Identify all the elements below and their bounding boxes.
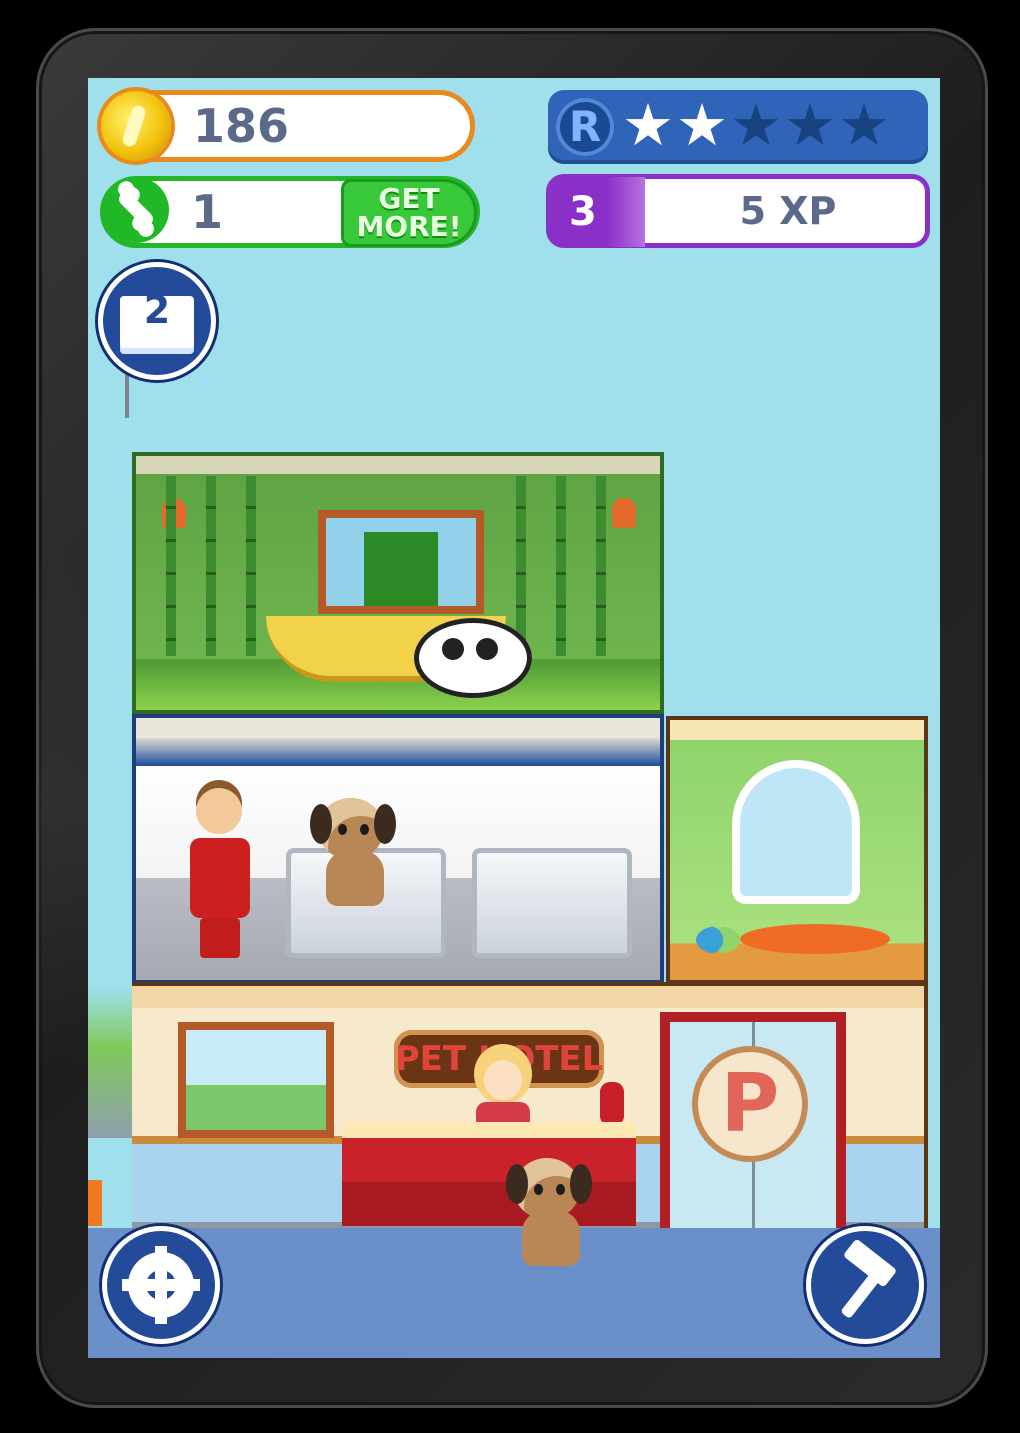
door-logo: P <box>698 1052 802 1156</box>
lobby-window <box>186 1030 326 1130</box>
gear-icon <box>122 1246 200 1324</box>
book-count: 2 <box>143 288 171 332</box>
xp-bar: 3 5 XP <box>546 174 930 248</box>
bone-value: 1 <box>191 185 224 239</box>
room-window <box>326 518 476 606</box>
settings-button[interactable] <box>102 1226 220 1344</box>
bedroom[interactable] <box>666 716 928 984</box>
wall-lamp <box>612 498 636 528</box>
coin-counter: 186 <box>100 90 475 162</box>
level-badge: 3 <box>549 177 645 247</box>
dog-pet-walking[interactable] <box>500 1158 596 1268</box>
dog-pet[interactable] <box>304 798 400 908</box>
bamboo-stalk <box>516 476 526 656</box>
bamboo-stalk <box>596 476 606 656</box>
flower-vase <box>600 1082 624 1126</box>
game-screen: PET HOTEL P 186 R ★★★★★ 1 GET MORE! 3 5 … <box>88 78 940 1358</box>
pet-bed <box>740 924 890 954</box>
coin-icon <box>101 91 171 161</box>
bone-icon <box>103 177 169 243</box>
rating-badge: R <box>556 98 614 156</box>
star-icon: ★ <box>622 91 676 159</box>
bamboo-stalk <box>556 476 566 656</box>
bamboo-stalk <box>246 476 256 656</box>
star-icon: ★ <box>676 91 730 159</box>
star-icon: ★ <box>784 91 838 159</box>
grooming-room[interactable] <box>132 714 664 984</box>
xp-value: 5 XP <box>739 189 837 233</box>
star-icon: ★ <box>730 91 784 159</box>
groomer-character[interactable] <box>188 788 252 958</box>
bamboo-room[interactable] <box>132 452 664 714</box>
hotel-rating[interactable]: R ★★★★★ <box>548 90 928 164</box>
bamboo-stalk <box>166 476 176 656</box>
get-more-button[interactable]: GET MORE! <box>341 179 477 247</box>
bamboo-stalk <box>206 476 216 656</box>
traffic-cone <box>88 1180 102 1226</box>
bone-counter: 1 GET MORE! <box>100 176 480 248</box>
build-button[interactable] <box>806 1226 924 1344</box>
yarn-balls <box>696 926 740 954</box>
star-icon: ★ <box>838 91 892 159</box>
rating-stars: ★★★★★ <box>622 94 892 156</box>
wash-tub <box>472 848 632 958</box>
coin-value: 186 <box>193 99 290 153</box>
book-button[interactable]: 2 <box>98 262 216 380</box>
elevator-door[interactable]: P <box>670 1022 836 1234</box>
panda-pet[interactable] <box>414 618 532 698</box>
arched-window <box>740 768 852 896</box>
